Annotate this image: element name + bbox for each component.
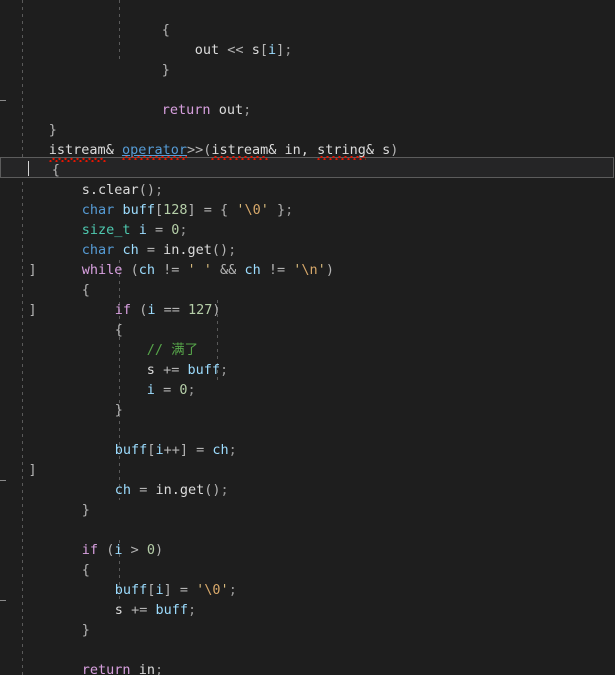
code-line[interactable]: }	[0, 660, 615, 675]
code-line[interactable]: ch = in.get();	[0, 460, 615, 498]
code-line[interactable]: out << s[i];	[0, 20, 615, 58]
code-line[interactable]: return out;	[0, 80, 615, 118]
clipped-glyph: ]	[28, 462, 37, 478]
code-line-signature[interactable]: istream& operator>>(istream& in, string&…	[0, 120, 615, 160]
clipped-glyph: ]	[28, 262, 37, 278]
code-line[interactable]: buff[i] = '\0';	[0, 560, 615, 598]
code-line-current[interactable]: s.clear();	[0, 160, 615, 198]
code-line[interactable]: return in;	[0, 640, 615, 675]
code-line[interactable]: {	[0, 260, 615, 298]
code-line[interactable]: size_t i = 0;	[0, 200, 615, 238]
code-line[interactable]: }	[0, 40, 615, 78]
code-editor[interactable]: { out << s[i]; } return out; } istream& …	[0, 0, 615, 675]
code-line[interactable]: }	[0, 600, 615, 638]
code-surface[interactable]: { out << s[i]; } return out; } istream& …	[0, 0, 615, 675]
code-line[interactable]: if (i > 0)	[0, 520, 615, 558]
code-line[interactable]: char ch = in.get();	[0, 220, 615, 258]
code-line[interactable]: }	[0, 380, 615, 418]
code-line[interactable]: s += buff;	[0, 580, 615, 618]
code-line[interactable]: {	[0, 300, 615, 338]
code-line[interactable]: if (i == 127)	[0, 280, 615, 318]
code-line[interactable]: s += buff;	[0, 340, 615, 378]
code-line[interactable]: {	[0, 140, 615, 178]
code-line[interactable]: while (ch != ' ' && ch != '\n')	[0, 240, 615, 278]
code-line[interactable]: i = 0;	[0, 360, 615, 398]
code-line[interactable]: {	[0, 0, 615, 38]
code-line[interactable]: }	[0, 100, 615, 138]
code-line[interactable]: {	[0, 540, 615, 578]
code-line[interactable]: buff[i++] = ch;	[0, 420, 615, 458]
clipped-glyph: ]	[28, 302, 37, 318]
code-line[interactable]: char buff[128] = { '\0' };	[0, 180, 615, 218]
code-line[interactable]: }	[0, 480, 615, 518]
code-line-comment[interactable]: // 满了	[0, 320, 615, 358]
